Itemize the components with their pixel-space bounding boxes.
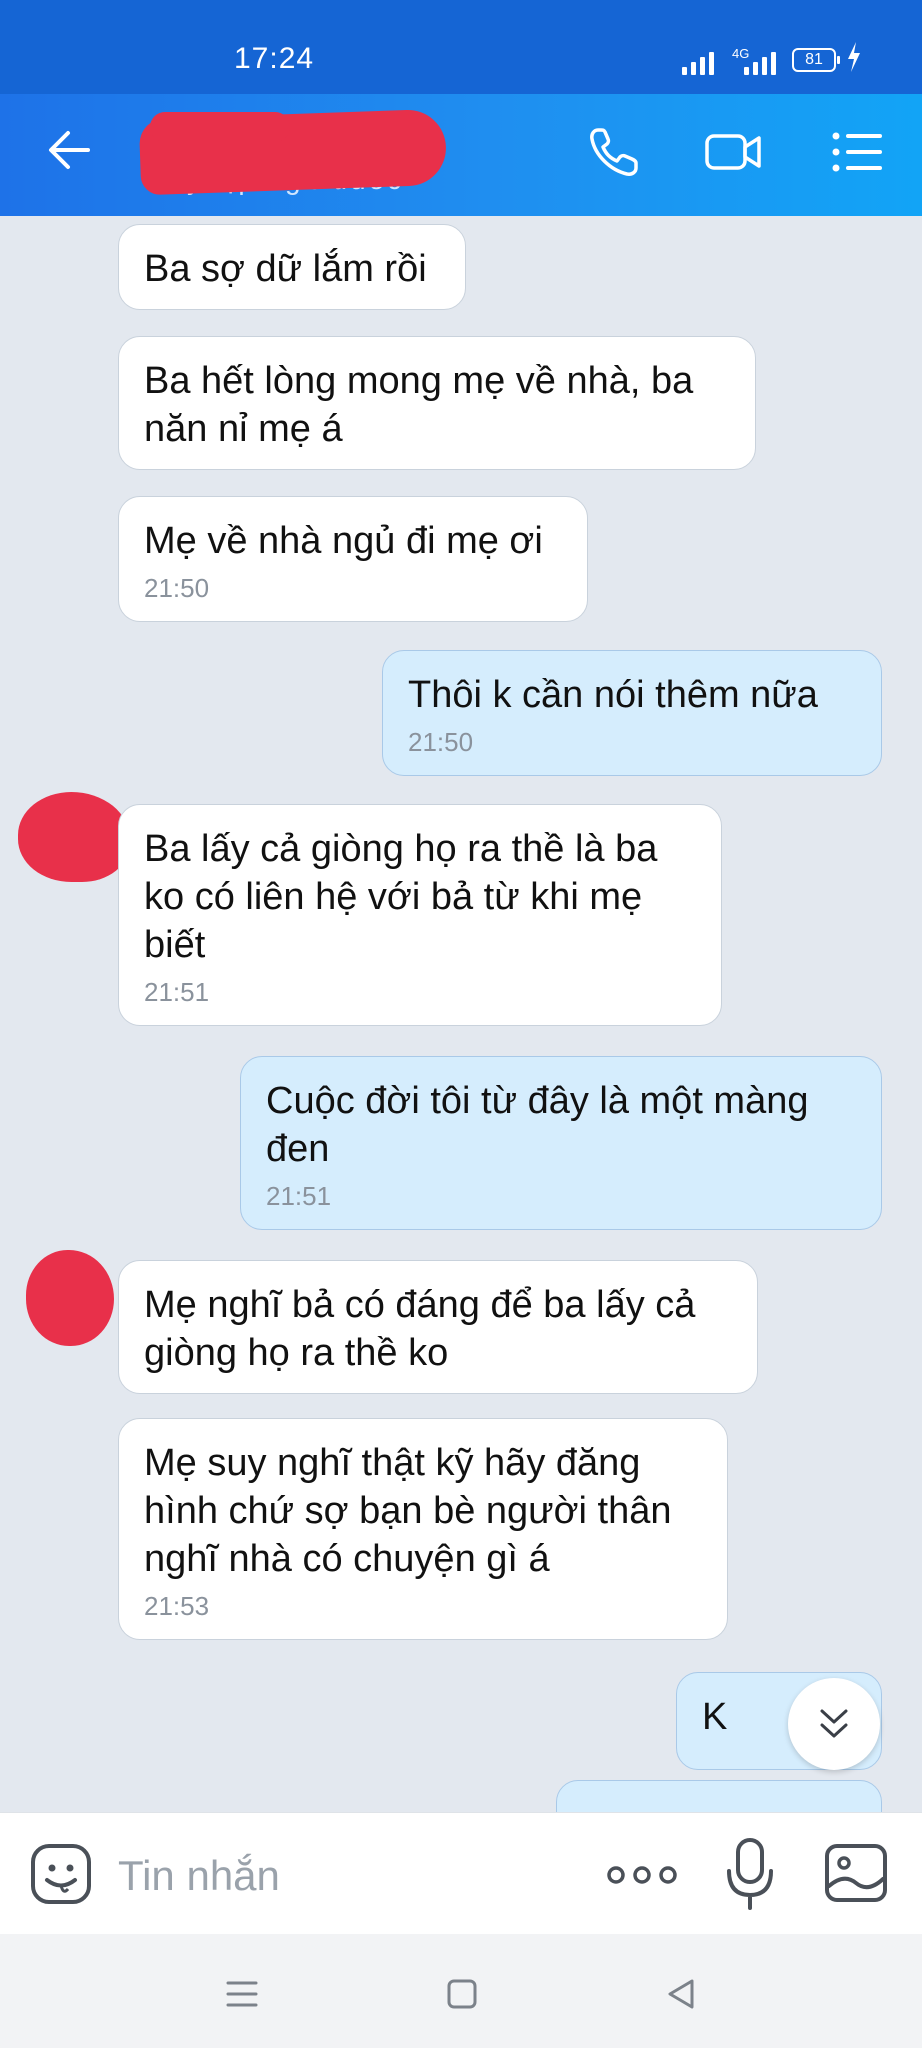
message-incoming[interactable]: Ba hết lòng mong mẹ về nhà, ba năn nỉ mẹ… (118, 336, 756, 470)
call-icon[interactable] (584, 122, 644, 182)
image-gallery-icon[interactable] (824, 1841, 888, 1905)
message-time: 21:50 (144, 573, 210, 603)
avatar-redacted[interactable] (26, 1250, 114, 1346)
message-time: 21:51 (144, 977, 210, 1007)
message-text: Mẹ nghĩ bả có đáng để ba lấy cả giòng họ… (144, 1284, 696, 1374)
message-input[interactable] (116, 1847, 600, 1905)
avatar-redacted[interactable] (18, 792, 130, 882)
message-text: Ba sợ dữ lắm rồi (144, 248, 427, 290)
message-incoming[interactable]: Mẹ về nhà ngủ đi mẹ ơi 21:50 (118, 496, 588, 622)
chevron-double-down-icon (820, 1709, 848, 1738)
message-incoming[interactable]: Mẹ nghĩ bả có đáng để ba lấy cả giòng họ… (118, 1260, 758, 1394)
chat-header: Truy cập 3 giờ trước (0, 94, 922, 216)
nav-back-icon[interactable] (662, 1974, 702, 2014)
system-navigation-bar (0, 1934, 922, 2048)
message-time: 21:50 (408, 727, 474, 757)
message-incoming[interactable]: Mẹ suy nghĩ thật kỹ hãy đăng hình chứ sợ… (118, 1418, 728, 1640)
message-incoming[interactable]: Ba lấy cả giòng họ ra thề là ba ko có li… (118, 804, 722, 1026)
message-outgoing[interactable]: Cuộc đời tôi từ đây là một màng đen 21:5… (240, 1056, 882, 1230)
message-text: Mẹ suy nghĩ thật kỹ hãy đăng hình chứ sợ… (144, 1442, 672, 1580)
message-text: Ba lấy cả giòng họ ra thề là ba ko có li… (144, 828, 658, 966)
message-time: 21:51 (266, 1181, 332, 1211)
scroll-to-bottom-button[interactable] (788, 1678, 880, 1770)
app-header-container: 17:24 4G 81 Truy cập 3 giờ trước (0, 0, 922, 216)
signal-icon (682, 47, 714, 75)
nav-home-icon[interactable] (442, 1974, 482, 2014)
redaction-mark (150, 112, 290, 142)
nav-menu-icon[interactable] (222, 1974, 262, 2014)
menu-icon[interactable] (828, 122, 888, 182)
sticker-icon[interactable] (30, 1843, 92, 1905)
message-list[interactable]: Ba sợ dữ lắm rồi Ba hết lòng mong mẹ về … (0, 216, 922, 1812)
battery-level: 81 (805, 51, 823, 68)
message-text: Mẹ về nhà ngủ đi mẹ ơi (144, 520, 543, 562)
message-incoming[interactable]: Ba sợ dữ lắm rồi (118, 224, 466, 310)
back-icon[interactable] (44, 124, 96, 176)
more-options-icon[interactable] (606, 1857, 678, 1893)
video-icon[interactable] (704, 122, 764, 182)
message-outgoing[interactable]: Thôi k cần nói thêm nữa 21:50 (382, 650, 882, 776)
message-composer (0, 1812, 922, 1935)
status-time: 17:24 (234, 42, 315, 75)
message-text: Thôi k cần nói thêm nữa (408, 674, 818, 716)
battery-icon: 81 (792, 48, 840, 72)
message-text: K (702, 1696, 728, 1738)
message-outgoing-partial[interactable] (556, 1780, 882, 1812)
message-time: 21:53 (144, 1591, 210, 1621)
signal-icon-2 (744, 47, 776, 75)
charging-icon (848, 42, 860, 72)
message-text: Ba hết lòng mong mẹ về nhà, ba năn nỉ mẹ… (144, 360, 694, 450)
message-text: Cuộc đời tôi từ đây là một màng đen (266, 1080, 809, 1170)
microphone-icon[interactable] (724, 1837, 776, 1911)
status-bar: 17:24 4G 81 (0, 0, 922, 94)
